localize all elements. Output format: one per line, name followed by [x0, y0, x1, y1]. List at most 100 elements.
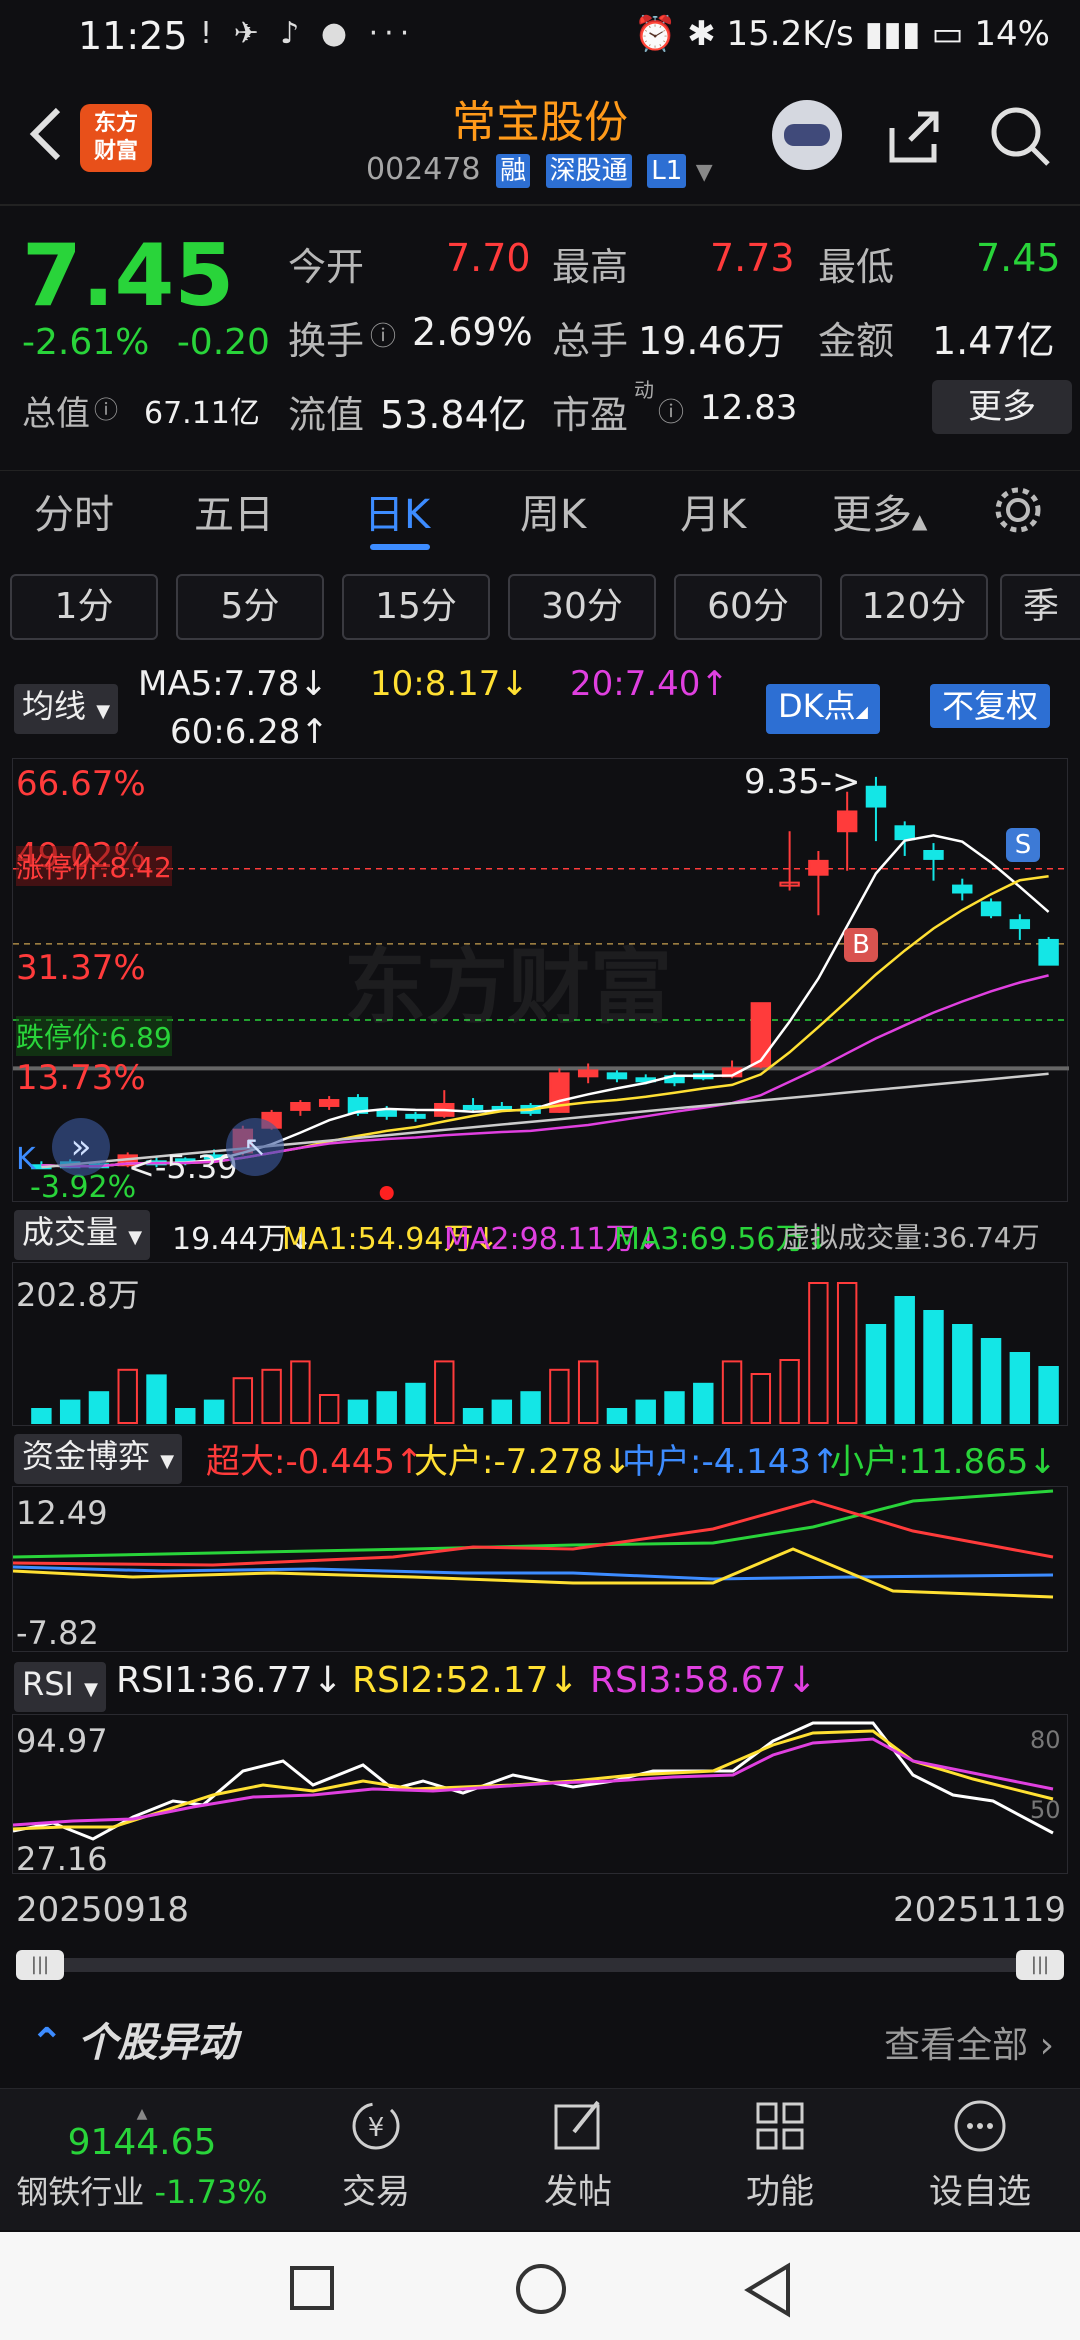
share-icon[interactable] [884, 106, 944, 166]
rsi-axis-bottom: 27.16 [16, 1840, 108, 1878]
rsi-chart-panel[interactable] [12, 1714, 1068, 1874]
date-start: 20250918 [16, 1890, 190, 1930]
caret-up-icon: ▲ [912, 509, 928, 533]
assistant-robot-icon[interactable] [772, 100, 842, 170]
no-adjust-button[interactable]: 不复权 [930, 684, 1051, 728]
recent-apps-icon[interactable] [290, 2266, 334, 2310]
fund-super: 超大:-0.445↑ [206, 1442, 424, 1482]
volume-bar [290, 1360, 311, 1424]
back-nav-icon[interactable] [742, 2262, 796, 2318]
volume-bar [462, 1408, 484, 1424]
info-icon[interactable]: ⓘ [370, 316, 396, 353]
float-label: 流值 [288, 393, 365, 437]
tab-weekly-k[interactable]: 周K [520, 482, 586, 540]
info-icon[interactable]: ⓘ [94, 390, 118, 425]
battery-icon: ▭ [931, 14, 964, 54]
stock-code-line[interactable]: 002478 融 深股通 L1 ▼ [366, 152, 713, 188]
chip-120min[interactable]: 120分 [840, 574, 988, 640]
ma20-value: 20:7.40↑ [570, 664, 729, 704]
volume-bar [146, 1374, 167, 1424]
rsi-axis-top: 94.97 [16, 1722, 108, 1760]
gear-icon[interactable] [990, 482, 1046, 538]
chip-30min[interactable]: 30分 [508, 574, 656, 640]
volume-chart [31, 1282, 1059, 1425]
chevron-down-icon: ▼ [695, 160, 713, 185]
candle-body [606, 1072, 628, 1080]
sell-marker[interactable]: S [1006, 828, 1040, 862]
chip-quarter[interactable]: 季 [1000, 574, 1080, 640]
nav-add-watchlist[interactable]: 设自选 [910, 2094, 1050, 2213]
range-handle-right[interactable]: ||| [1016, 1950, 1064, 1980]
chip-15min[interactable]: 15分 [342, 574, 490, 640]
ma-selector[interactable]: 均线 ▼ [14, 684, 119, 734]
bluetooth-icon: ✱ [687, 14, 716, 54]
view-all-link[interactable]: 查看全部 › [884, 2016, 1054, 2068]
nav-post[interactable]: 发帖 [508, 2094, 648, 2213]
volume-bar [232, 1377, 254, 1424]
volume-selector[interactable]: 成交量 ▼ [14, 1210, 151, 1260]
volume-chart-panel[interactable] [12, 1262, 1068, 1426]
nav-trade[interactable]: ¥ 交易 [306, 2094, 446, 2213]
rsi-selector[interactable]: RSI ▼ [14, 1662, 106, 1712]
tab-intraday[interactable]: 分时 [34, 482, 114, 540]
industry-index[interactable]: ▲ 9144.65 钢铁行业 -1.73% [12, 2106, 272, 2213]
more-button[interactable]: 更多 [932, 380, 1072, 434]
tab-more[interactable]: 更多▲ [832, 482, 927, 540]
low-marker: <-5.39 [128, 1148, 238, 1186]
range-track[interactable] [16, 1958, 1064, 1972]
candle-body [405, 1113, 426, 1119]
home-icon[interactable] [516, 2264, 566, 2314]
pe-value: 12.83 [700, 388, 798, 428]
candle-body [290, 1102, 311, 1111]
candle-body [1009, 919, 1031, 930]
chip-1min[interactable]: 1分 [10, 574, 158, 640]
rsi1-line [12, 1721, 1054, 1841]
volume-bar [318, 1394, 340, 1424]
search-icon[interactable] [988, 104, 1052, 168]
watermark: 东方财富 [344, 940, 673, 1035]
volume-bar [347, 1399, 369, 1425]
fund-flow-selector[interactable]: 资金博弈 ▼ [14, 1434, 183, 1484]
dk-point-button[interactable]: DK点◢ [766, 684, 880, 734]
volume-bar [1038, 1366, 1059, 1424]
volume-bar [88, 1391, 110, 1424]
chip-60min[interactable]: 60分 [674, 574, 822, 640]
grid-icon [756, 2102, 804, 2150]
volume-bar [1009, 1352, 1031, 1424]
tab-daily-k[interactable]: 日K [364, 482, 430, 540]
volume-bar [59, 1399, 81, 1425]
draw-tool-icon[interactable]: ↖ [226, 1118, 284, 1176]
amount-value: 1.47亿 [932, 319, 1055, 363]
section-header[interactable]: ⌃ 个股异动 [30, 2010, 237, 2068]
volume-bar [721, 1360, 743, 1424]
ma10-value: 10:8.17↓ [370, 664, 529, 704]
divider [0, 204, 1080, 206]
rsi-80-mark: 80 [1030, 1726, 1061, 1754]
candle-body [577, 1069, 599, 1078]
alarm-icon: ⏰ [634, 14, 677, 54]
signal-icon: ▮▮▮ [864, 14, 921, 54]
volume-bar [865, 1324, 887, 1424]
expand-left-icon[interactable]: » [52, 1118, 110, 1176]
candle-body [894, 825, 915, 841]
volume-axis-top: 202.8万 [16, 1276, 140, 1314]
index-name: 钢铁行业 [16, 2173, 145, 2211]
tab-monthly-k[interactable]: 月K [680, 482, 746, 540]
high-value: 7.73 [710, 236, 795, 280]
fund-small: 小户:11.865↓ [830, 1442, 1057, 1482]
range-handle-left[interactable]: ||| [16, 1950, 64, 1980]
volume-bar [31, 1408, 52, 1424]
buy-marker[interactable]: B [844, 928, 878, 962]
rsi1-value: RSI1:36.77↓ [116, 1660, 343, 1701]
info-icon[interactable]: ⓘ [658, 392, 684, 429]
fund-mid: 中户:-4.143↑ [622, 1442, 840, 1482]
candle-body [980, 901, 1002, 917]
candle-body [318, 1099, 340, 1107]
tab-five-day[interactable]: 五日 [194, 482, 274, 540]
volume-bar [117, 1368, 138, 1425]
chip-5min[interactable]: 5分 [176, 574, 324, 640]
nav-functions[interactable]: 功能 [710, 2094, 850, 2213]
fund-flow-panel[interactable] [12, 1486, 1068, 1652]
limit-up-label: 涨停价:8.42 [16, 846, 172, 886]
volume-bar [693, 1382, 714, 1425]
